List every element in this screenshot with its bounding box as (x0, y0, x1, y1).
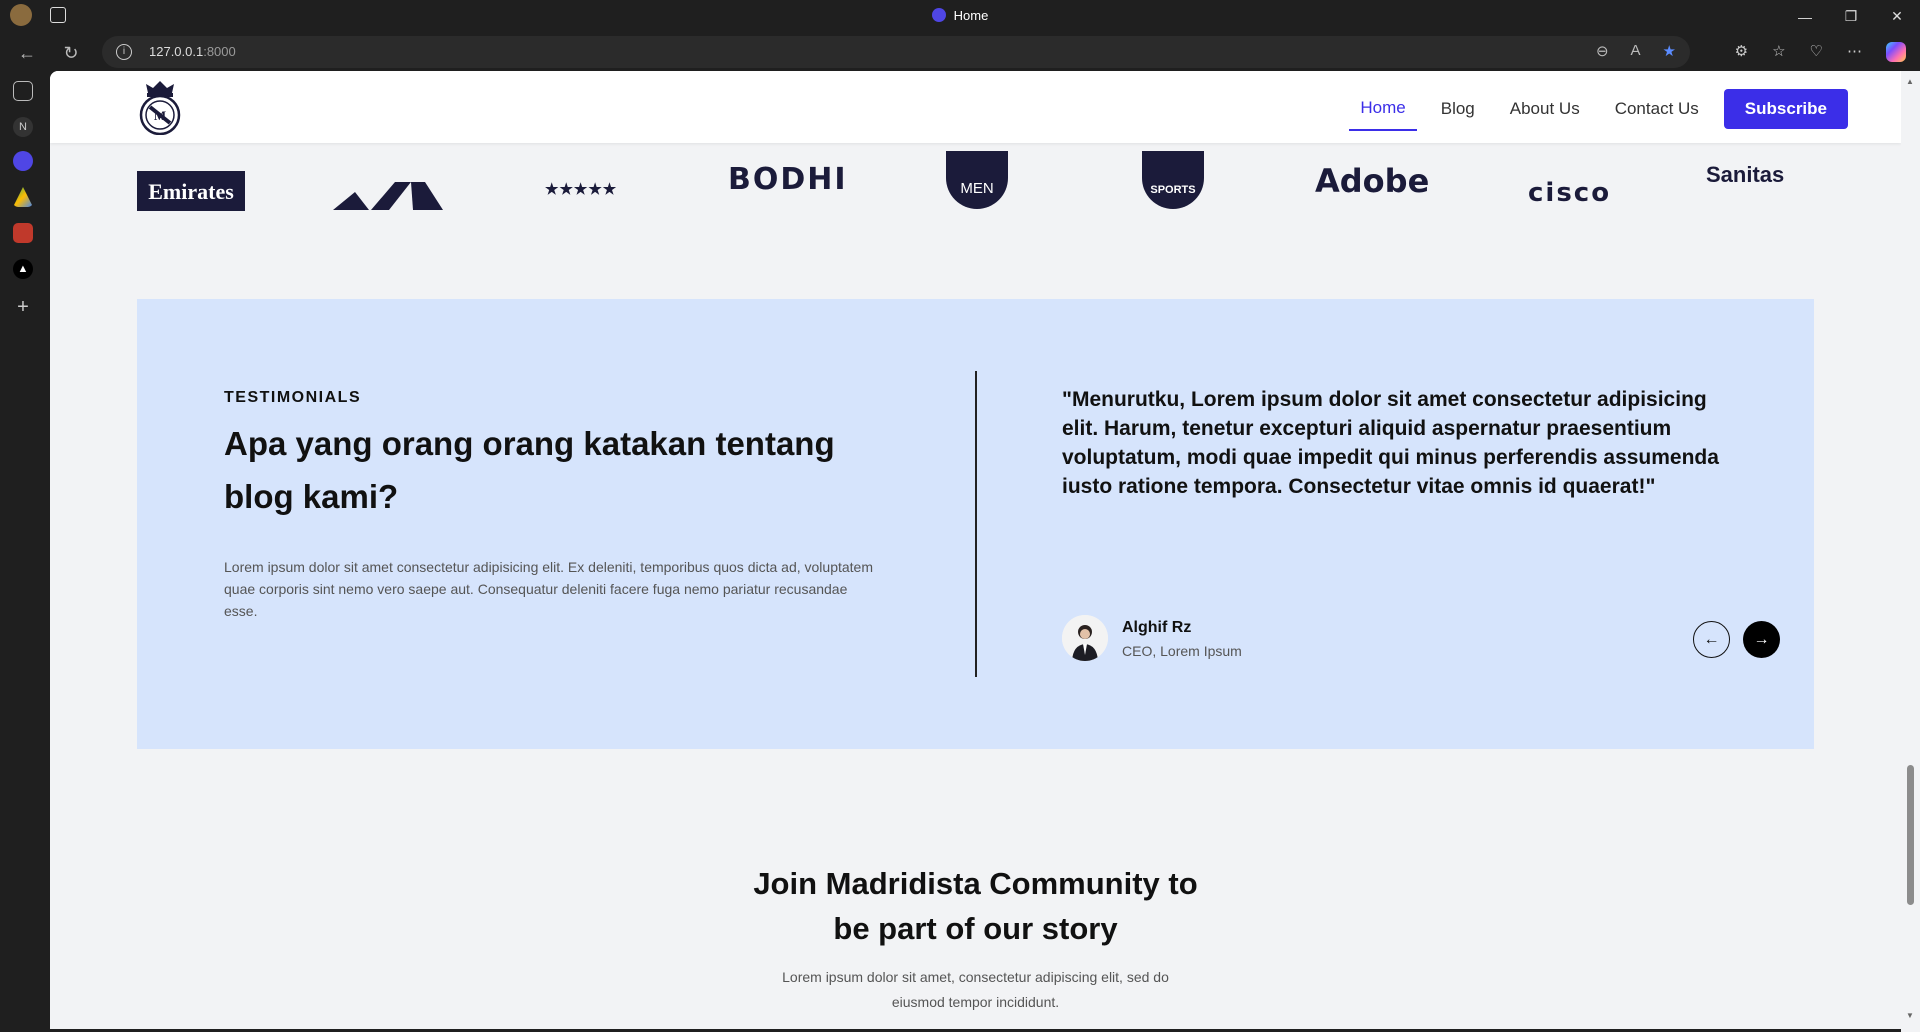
sidebar-tab-n-icon[interactable]: N (13, 117, 33, 137)
read-aloud-icon[interactable]: A (1631, 42, 1641, 60)
sanitas-logo: Sanitas (1706, 162, 1785, 187)
vertical-divider (975, 371, 977, 677)
join-heading-line2: be part of our story (833, 911, 1118, 946)
men-badge-logo: MEN (946, 151, 1008, 209)
site-navbar: M Home Blog About Us Contact Us Subscrib… (50, 71, 1901, 143)
active-tab[interactable]: Home (0, 8, 1920, 23)
back-icon[interactable]: ← (14, 40, 40, 66)
testimonials-eyebrow: TESTIMONIALS (224, 389, 362, 406)
svg-text:M: M (154, 108, 166, 123)
page-scrollbar[interactable]: ▲ ▼ (1901, 71, 1920, 1032)
toolbar-icons: ⚙ ☆ ♡ ⋯ (1735, 42, 1906, 62)
close-icon[interactable]: ✕ (1874, 0, 1920, 33)
browser-essentials-icon[interactable]: ♡ (1810, 42, 1823, 62)
more-menu-icon[interactable]: ⋯ (1847, 42, 1862, 62)
prev-testimonial-button[interactable]: ← (1693, 621, 1730, 658)
join-heading-line1: Join Madridista Community to (753, 866, 1198, 901)
join-community-section: Join Madridista Community to be part of … (50, 861, 1901, 1015)
join-text-line2: eiusmod tempor incididunt. (891, 994, 1060, 1010)
join-heading: Join Madridista Community to be part of … (50, 861, 1901, 951)
emirates-logo: Emirates (137, 171, 245, 211)
stars-logo: ★★★★★ (545, 181, 618, 198)
author-photo (1062, 615, 1108, 661)
testimonials-heading: Apa yang orang orang katakan tentang blo… (224, 425, 835, 515)
address-bar[interactable]: i 127.0.0.1:8000 ⊖ A ★ (102, 36, 1690, 68)
tab-favicon-icon (931, 8, 946, 22)
testimonials-section: TESTIMONIALS Apa yang orang orang kataka… (137, 299, 1814, 749)
adidas-logo (333, 182, 443, 210)
favorites-icon[interactable]: ☆ (1772, 42, 1785, 62)
reload-icon[interactable]: ↻ (58, 40, 84, 66)
arrow-left-icon: ← (1703, 630, 1720, 648)
favorite-star-icon[interactable]: ★ (1663, 42, 1676, 60)
new-tab-plus-icon[interactable]: + (13, 296, 33, 318)
sidebar-tab-vercel-icon[interactable]: ▲ (13, 259, 33, 279)
site-info-icon[interactable]: i (116, 44, 132, 60)
nav-contact-link[interactable]: Contact Us (1604, 91, 1710, 127)
vertical-tabs-sidebar: N ▲ + (0, 71, 50, 1032)
nav-about-link[interactable]: About Us (1499, 91, 1591, 127)
join-text: Lorem ipsum dolor sit amet, consectetur … (50, 965, 1901, 1015)
next-testimonial-button[interactable]: → (1743, 621, 1780, 658)
nav-blog-link[interactable]: Blog (1430, 91, 1486, 127)
sports-badge-logo: SPORTS (1142, 151, 1204, 209)
join-text-line1: Lorem ipsum dolor sit amet, consectetur … (782, 969, 1169, 985)
window-controls: — ❐ ✕ (1782, 0, 1920, 33)
cisco-logo: cisco (1528, 178, 1612, 208)
copilot-icon[interactable] (1886, 42, 1906, 62)
url-text[interactable]: 127.0.0.1:8000 (149, 44, 236, 59)
arrow-right-icon: → (1753, 630, 1770, 648)
real-madrid-crest-logo[interactable]: M (138, 79, 182, 135)
zoom-out-icon[interactable]: ⊖ (1596, 42, 1609, 60)
nav-home-link[interactable]: Home (1349, 90, 1417, 131)
adobe-logo: Adobe (1315, 162, 1430, 200)
sidebar-tab-pdf-icon[interactable] (13, 223, 33, 243)
address-bar-actions: ⊖ A ★ (1596, 42, 1676, 60)
scroll-down-icon[interactable]: ▼ (1906, 1011, 1914, 1020)
extensions-icon[interactable]: ⚙ (1735, 42, 1748, 62)
subscribe-button[interactable]: Subscribe (1723, 89, 1848, 129)
tab-title: Home (953, 8, 989, 23)
testimonials-lead: Lorem ipsum dolor sit amet consectetur a… (224, 559, 873, 619)
restore-icon[interactable]: ❐ (1828, 0, 1874, 33)
author-name: Alghif Rz (1122, 619, 1192, 636)
minimize-icon[interactable]: — (1782, 0, 1828, 33)
sidebar-tab-home-icon[interactable] (13, 151, 33, 171)
browser-titlebar: Home — ❐ ✕ (0, 0, 1920, 33)
bodhi-logo: BODHI (728, 162, 848, 197)
testimonial-quote: "Menurutku, Lorem ipsum dolor sit amet c… (1062, 388, 1719, 498)
author-role: CEO, Lorem Ipsum (1122, 643, 1242, 659)
page-viewport: Emirates ★★★★★ BODHI MEN SPORTS Adobe ci… (50, 71, 1901, 1029)
nav-links: Home Blog About Us Contact Us Subscribe (1336, 87, 1848, 131)
tab-actions-icon[interactable] (13, 81, 33, 101)
sidebar-tab-drive-icon[interactable] (13, 187, 33, 207)
author-avatar (1062, 615, 1108, 661)
address-row: ← ↻ i 127.0.0.1:8000 ⊖ A ★ ⚙ ☆ ♡ ⋯ (0, 33, 1920, 71)
scrollbar-thumb[interactable] (1907, 765, 1914, 905)
scroll-up-icon[interactable]: ▲ (1906, 77, 1914, 86)
